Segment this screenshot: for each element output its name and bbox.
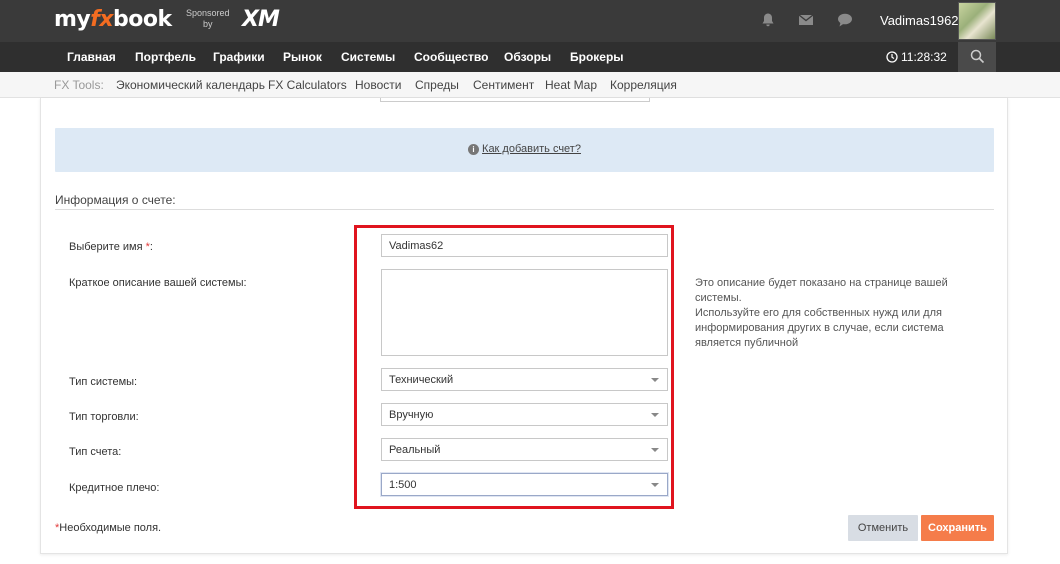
nav-item-portfolio[interactable]: Портфель (135, 50, 196, 64)
clock: 11:28:32 (886, 50, 947, 66)
clock-icon (886, 51, 898, 66)
search-icon (970, 48, 985, 65)
logo-part-my: my (54, 7, 91, 32)
previous-field-edge (380, 98, 650, 102)
sponsored-label: Sponsored by (186, 8, 230, 30)
bell-icon[interactable] (759, 12, 777, 30)
tool-link-heat-map[interactable]: Heat Map (545, 78, 597, 92)
clock-time: 11:28:32 (901, 50, 947, 64)
sponsored-by-text: by (203, 19, 213, 29)
save-button[interactable]: Сохранить (921, 515, 994, 541)
username[interactable]: Vadimas1962 (880, 13, 959, 28)
logo-part-book: book (113, 7, 172, 32)
tool-link-correlation[interactable]: Корреляция (610, 78, 677, 92)
tool-link-spreads[interactable]: Спреды (415, 78, 459, 92)
required-fields-note: *Необходимые поля. (55, 522, 161, 534)
fx-tools-label: FX Tools: (54, 78, 104, 92)
info-panel: i Как добавить счет? (55, 128, 994, 172)
nav-item-brokers[interactable]: Брокеры (570, 50, 624, 64)
trading-type-label: Тип торговли: (69, 411, 139, 423)
how-to-add-account-link[interactable]: Как добавить счет? (482, 143, 581, 155)
nav-item-charts[interactable]: Графики (213, 50, 265, 64)
myfxbook-logo[interactable]: myfxbook (54, 7, 172, 32)
fx-tools-bar: FX Tools: Экономический календарь FX Cal… (0, 72, 1060, 98)
main-nav: Главная Портфель Графики Рынок Системы С… (0, 42, 1060, 72)
system-type-label: Тип системы: (69, 376, 138, 388)
highlight-box (354, 225, 674, 509)
nav-item-systems[interactable]: Системы (341, 50, 395, 64)
nav-item-home[interactable]: Главная (67, 50, 116, 64)
nav-item-community[interactable]: Сообщество (414, 50, 488, 64)
description-label: Краткое описание вашей системы: (69, 277, 247, 289)
tool-link-news[interactable]: Новости (355, 78, 401, 92)
description-help-text: Это описание будет показано на странице … (695, 277, 948, 349)
tool-link-fx-calculators[interactable]: FX Calculators (268, 78, 347, 92)
avatar[interactable] (958, 2, 996, 40)
required-fields-text: Необходимые поля. (59, 522, 162, 534)
sponsored-text: Sponsored (186, 8, 230, 18)
envelope-icon[interactable] (797, 12, 815, 30)
chat-icon[interactable] (836, 12, 854, 30)
xm-logo[interactable]: XM (242, 7, 280, 32)
cancel-button[interactable]: Отменить (848, 515, 918, 541)
name-label-colon: : (149, 241, 153, 253)
tool-link-sentiment[interactable]: Сентимент (473, 78, 534, 92)
nav-item-reviews[interactable]: Обзоры (504, 50, 551, 64)
leverage-label: Кредитное плечо: (69, 482, 160, 494)
info-icon: i (468, 144, 480, 155)
section-divider (55, 209, 994, 210)
search-button[interactable] (958, 42, 996, 72)
nav-item-market[interactable]: Рынок (283, 50, 322, 64)
name-label-text: Выберите имя (69, 241, 143, 253)
logo-part-fx: fx (90, 7, 114, 32)
name-label: Выберите имя *: (69, 241, 153, 253)
account-type-label: Тип счета: (69, 446, 122, 458)
tool-link-economic-calendar[interactable]: Экономический календарь (116, 78, 265, 92)
section-title: Информация о счете: (55, 193, 176, 207)
how-to-add-account: i Как добавить счет? (55, 143, 994, 155)
top-header: myfxbook Sponsored by XM Vadimas1962 (0, 0, 1060, 42)
